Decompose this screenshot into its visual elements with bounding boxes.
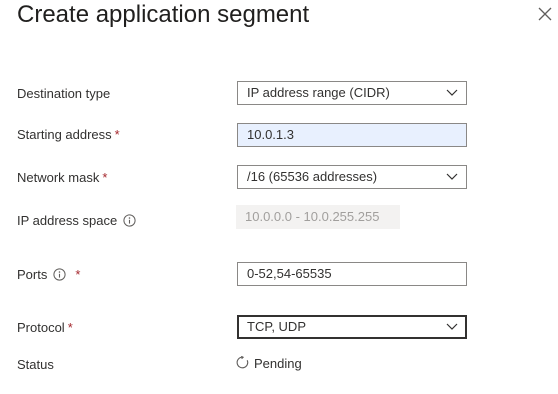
starting-address-value: 10.0.1.3 bbox=[247, 127, 294, 142]
required-marker: * bbox=[67, 320, 73, 335]
status-text: Pending bbox=[254, 356, 302, 371]
ip-address-space-label: IP address space bbox=[17, 213, 136, 229]
starting-address-label: Starting address * bbox=[17, 127, 120, 142]
destination-type-dropdown[interactable]: IP address range (CIDR) bbox=[237, 81, 467, 105]
info-icon[interactable] bbox=[53, 268, 66, 281]
required-marker: * bbox=[114, 127, 120, 142]
destination-type-value: IP address range (CIDR) bbox=[247, 85, 390, 100]
ports-label: Ports * bbox=[17, 267, 81, 282]
close-icon[interactable] bbox=[536, 5, 554, 23]
required-marker: * bbox=[75, 267, 81, 282]
chevron-down-icon bbox=[446, 173, 458, 180]
destination-type-label: Destination type bbox=[17, 86, 111, 101]
info-icon[interactable] bbox=[123, 214, 136, 227]
chevron-down-icon bbox=[446, 89, 458, 96]
page-title: Create application segment bbox=[17, 1, 310, 28]
protocol-dropdown[interactable]: TCP, UDP bbox=[237, 315, 467, 339]
chevron-down-icon bbox=[446, 323, 458, 330]
status-label: Status bbox=[17, 357, 54, 372]
protocol-value: TCP, UDP bbox=[247, 319, 306, 334]
status-value: Pending bbox=[236, 356, 302, 372]
required-marker: * bbox=[102, 170, 108, 185]
network-mask-dropdown[interactable]: /16 (65536 addresses) bbox=[237, 165, 467, 189]
network-mask-label: Network mask * bbox=[17, 170, 108, 185]
protocol-label: Protocol * bbox=[17, 320, 73, 335]
spinner-icon bbox=[236, 356, 249, 369]
ip-address-space-value: 10.0.0.0 - 10.0.255.255 bbox=[236, 205, 400, 229]
starting-address-input[interactable]: 10.0.1.3 bbox=[237, 123, 467, 147]
ports-input[interactable]: 0-52,54-65535 bbox=[237, 262, 467, 286]
network-mask-value: /16 (65536 addresses) bbox=[247, 169, 378, 184]
ports-value: 0-52,54-65535 bbox=[247, 266, 332, 281]
